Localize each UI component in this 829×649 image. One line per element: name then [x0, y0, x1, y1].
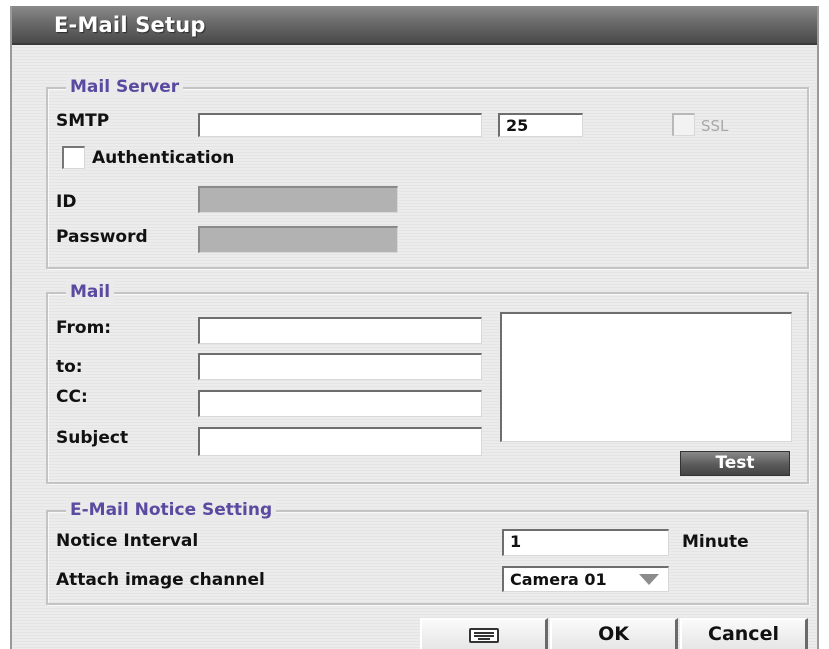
authentication-checkbox[interactable] [62, 146, 85, 169]
subject-input[interactable] [198, 427, 482, 456]
email-setup-dialog: E-Mail Setup Mail Server SMTP 25 SSL Aut… [10, 6, 819, 649]
cancel-button[interactable]: Cancel [680, 618, 808, 649]
mail-body-textarea[interactable] [500, 312, 792, 442]
to-label: to: [56, 357, 83, 377]
notice-group: E-Mail Notice Setting [46, 499, 809, 605]
ssl-checkbox[interactable] [672, 113, 695, 136]
id-input[interactable] [198, 186, 398, 213]
from-label: From: [56, 318, 112, 338]
test-button[interactable]: Test [680, 451, 790, 476]
cc-input[interactable] [198, 390, 482, 417]
cc-label: CC: [56, 387, 88, 407]
interval-unit-label: Minute [682, 532, 749, 552]
password-input[interactable] [198, 226, 398, 253]
mail-server-legend: Mail Server [66, 76, 184, 98]
title-bar: E-Mail Setup [12, 6, 817, 45]
keyboard-icon [468, 628, 499, 643]
notice-legend: E-Mail Notice Setting [66, 499, 277, 521]
smtp-label: SMTP [56, 111, 110, 131]
smtp-server-input[interactable] [198, 113, 482, 137]
attach-channel-label: Attach image channel [56, 570, 265, 590]
id-label: ID [56, 192, 77, 212]
ssl-label: SSL [701, 117, 729, 135]
attach-channel-select[interactable]: Camera 01 [502, 566, 669, 592]
ok-button[interactable]: OK [550, 618, 678, 649]
to-input[interactable] [198, 353, 482, 380]
subject-label: Subject [56, 428, 129, 448]
password-label: Password [56, 227, 148, 247]
attach-channel-value: Camera 01 [510, 570, 607, 589]
dialog-title: E-Mail Setup [54, 13, 206, 37]
from-input[interactable] [198, 317, 482, 344]
notice-interval-input[interactable]: 1 [502, 529, 669, 556]
mail-legend: Mail [66, 281, 115, 303]
smtp-port-input[interactable]: 25 [498, 113, 583, 137]
authentication-label: Authentication [92, 148, 235, 168]
keyboard-button[interactable] [420, 618, 548, 649]
dropdown-arrow-icon[interactable] [639, 574, 659, 585]
notice-interval-label: Notice Interval [56, 531, 199, 551]
